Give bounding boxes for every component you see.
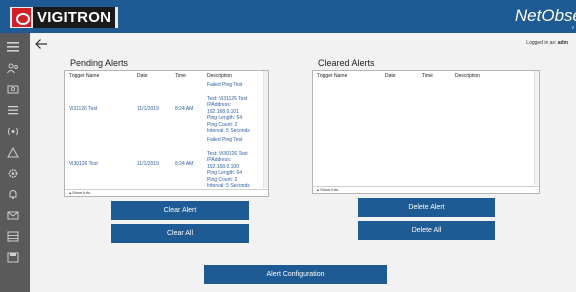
expand-arrow-icon: ▴	[317, 187, 320, 192]
vigitron-logo: VIGITRON	[10, 7, 118, 28]
cleared-alerts-title: Cleared Alerts	[318, 58, 375, 68]
pending-alerts-table: Trigger Name Date Time Description Faile…	[64, 70, 269, 197]
cleared-alerts-table: Trigger Name Date Time Description ▴ Sho…	[312, 70, 540, 194]
row-description: Failed Ping Test	[207, 82, 243, 88]
pending-show-info-toggle[interactable]: ▴ Show Info	[65, 189, 268, 196]
pending-alerts-title: Pending Alerts	[70, 58, 129, 68]
pending-table-header: Trigger Name Date Time Description	[65, 71, 268, 81]
row-description: Test: Vi31126 Test IPAddress: 192.168.0.…	[207, 96, 250, 144]
bell-icon[interactable]	[6, 188, 20, 200]
cleared-table-header: Trigger Name Date Time Description	[313, 71, 539, 81]
pending-show-info-label: Show Info	[72, 190, 90, 195]
list-icon[interactable]	[6, 104, 20, 116]
cleared-scrollbar[interactable]	[534, 71, 539, 185]
table-icon[interactable]	[6, 230, 20, 242]
clear-alert-button[interactable]: Clear Alert	[111, 201, 249, 220]
top-bar: VIGITRON NetObse v	[0, 0, 576, 33]
mail-icon[interactable]	[6, 209, 20, 221]
logged-in-user: adm	[557, 40, 568, 46]
col-date: Date	[137, 73, 148, 79]
row-trigger-name: Vi30126 Test	[69, 161, 98, 167]
logged-in-text: Logged in as:	[526, 40, 557, 46]
col-description: Description	[207, 73, 233, 79]
cleared-show-info-label: Show Info	[320, 187, 338, 192]
menu-icon[interactable]	[6, 41, 20, 53]
gear-icon[interactable]	[6, 167, 20, 179]
app-version: v	[571, 25, 575, 31]
group-icon[interactable]	[6, 83, 20, 95]
col-trigger-name: Trigger Name	[317, 73, 348, 79]
delete-alert-button[interactable]: Delete Alert	[358, 198, 495, 217]
row-time: 8:24 AM	[175, 161, 194, 167]
row-time: 8:24 AM	[175, 106, 194, 112]
delete-all-button[interactable]: Delete All	[358, 221, 495, 240]
logged-in-label: Logged in as: adm	[526, 40, 568, 46]
clear-all-button[interactable]: Clear All	[111, 224, 249, 243]
col-time: Time	[175, 73, 186, 79]
alert-configuration-button[interactable]: Alert Configuration	[204, 265, 387, 284]
logo-text: VIGITRON	[33, 7, 116, 28]
cleared-show-info-toggle[interactable]: ▴ Show Info	[313, 186, 539, 193]
col-time: Time	[422, 73, 433, 79]
row-date: 11/1/2019	[137, 161, 159, 167]
expand-arrow-icon: ▴	[69, 190, 72, 195]
save-icon[interactable]	[6, 251, 20, 263]
pending-scrollbar[interactable]	[263, 71, 268, 188]
back-arrow-icon[interactable]	[34, 38, 48, 53]
col-date: Date	[385, 73, 396, 79]
row-description: Test: Vi30126 Test IPAddress: 192.168.0.…	[207, 151, 250, 190]
row-trigger-name: Vi31126 Test	[69, 106, 98, 112]
app-brand: NetObse	[514, 6, 576, 25]
col-trigger-name: Trigger Name	[69, 73, 100, 79]
network-icon[interactable]	[6, 125, 20, 137]
sidebar	[0, 33, 30, 292]
row-date: 11/1/2019	[137, 106, 159, 112]
alert-triangle-icon[interactable]	[6, 146, 20, 158]
users-icon[interactable]	[6, 62, 20, 74]
eye-icon	[12, 8, 31, 27]
col-description: Description	[455, 73, 481, 79]
